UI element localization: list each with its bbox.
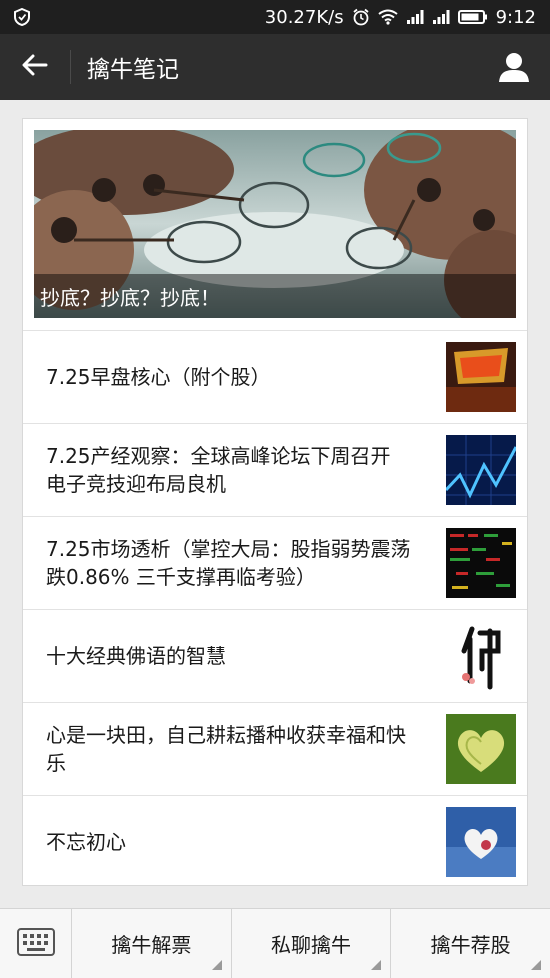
header-divider xyxy=(70,50,71,84)
menu-item-jiepiao[interactable]: 擒牛解票 xyxy=(72,909,232,978)
menu-item-label: 私聊擒牛 xyxy=(271,933,351,957)
article-card: 抄底？抄底？抄底！ 7.25早盘核心（附个股） 7.25产经观察：全球高峰论坛下… xyxy=(22,118,528,886)
app-header: 擒牛笔记 xyxy=(0,34,550,100)
list-item[interactable]: 7.25市场透析（掌控大局：股指弱势震荡跌0.86% 三千支撑再临考验） xyxy=(23,516,527,609)
list-item[interactable]: 不忘初心 xyxy=(23,795,527,888)
article-title: 十大经典佛语的智慧 xyxy=(46,644,226,668)
submenu-triangle-icon xyxy=(211,960,222,970)
person-icon xyxy=(496,53,532,89)
keyboard-icon xyxy=(16,927,55,960)
profile-button[interactable] xyxy=(496,49,532,85)
list-item[interactable]: 7.25产经观察：全球高峰论坛下周召开 电子竞技迎布局良机 xyxy=(23,423,527,516)
article-list: 7.25早盘核心（附个股） 7.25产经观察：全球高峰论坛下周召开 电子竞技迎布… xyxy=(23,330,527,888)
submenu-triangle-icon xyxy=(371,960,382,970)
signal-icon xyxy=(406,9,424,25)
heart-sky-thumbnail xyxy=(446,807,516,877)
shield-icon xyxy=(14,8,30,26)
cover-caption: 抄底？抄底？抄底！ xyxy=(34,274,516,318)
stock-board-thumbnail xyxy=(446,528,516,598)
buddha-calligraphy-thumbnail xyxy=(446,621,516,691)
signal-icon xyxy=(432,9,450,25)
article-title: 7.25产经观察：全球高峰论坛下周召开 电子竞技迎布局良机 xyxy=(46,444,391,496)
keyboard-toggle-button[interactable] xyxy=(0,909,72,978)
list-item[interactable]: 十大经典佛语的智慧 xyxy=(23,609,527,702)
status-bar: 30.27K/s 9:12 xyxy=(0,0,550,34)
menu-item-label: 擒牛荐股 xyxy=(430,933,511,957)
bottom-menu: 擒牛解票 私聊擒牛 擒牛荐股 xyxy=(0,908,550,978)
list-item[interactable]: 心是一块田，自己耕耘播种收获幸福和快乐 xyxy=(23,702,527,795)
submenu-triangle-icon xyxy=(531,960,542,970)
list-item[interactable]: 7.25早盘核心（附个股） xyxy=(23,330,527,423)
article-title: 7.25市场透析（掌控大局：股指弱势震荡跌0.86% 三千支撑再临考验） xyxy=(46,537,411,589)
page-title: 擒牛笔记 xyxy=(87,57,179,83)
cover-article[interactable]: 抄底？抄底？抄底！ xyxy=(34,130,516,318)
stock-chart-thumbnail xyxy=(446,435,516,505)
heart-field-thumbnail xyxy=(446,714,516,784)
menu-item-private-chat[interactable]: 私聊擒牛 xyxy=(232,909,392,978)
back-arrow-icon xyxy=(22,54,48,80)
back-button[interactable] xyxy=(0,34,70,100)
network-speed: 30.27K/s xyxy=(264,6,344,28)
battery-icon xyxy=(457,9,488,25)
clock: 9:12 xyxy=(495,6,536,28)
wifi-icon xyxy=(377,9,398,25)
article-title: 7.25早盘核心（附个股） xyxy=(46,365,271,389)
alarm-icon xyxy=(352,8,370,26)
menu-item-stock-picks[interactable]: 擒牛荐股 xyxy=(391,909,550,978)
article-title: 不忘初心 xyxy=(46,830,126,854)
limit-up-thumbnail xyxy=(446,342,516,412)
menu-item-label: 擒牛解票 xyxy=(111,933,192,957)
article-title: 心是一块田，自己耕耘播种收获幸福和快乐 xyxy=(46,723,406,775)
